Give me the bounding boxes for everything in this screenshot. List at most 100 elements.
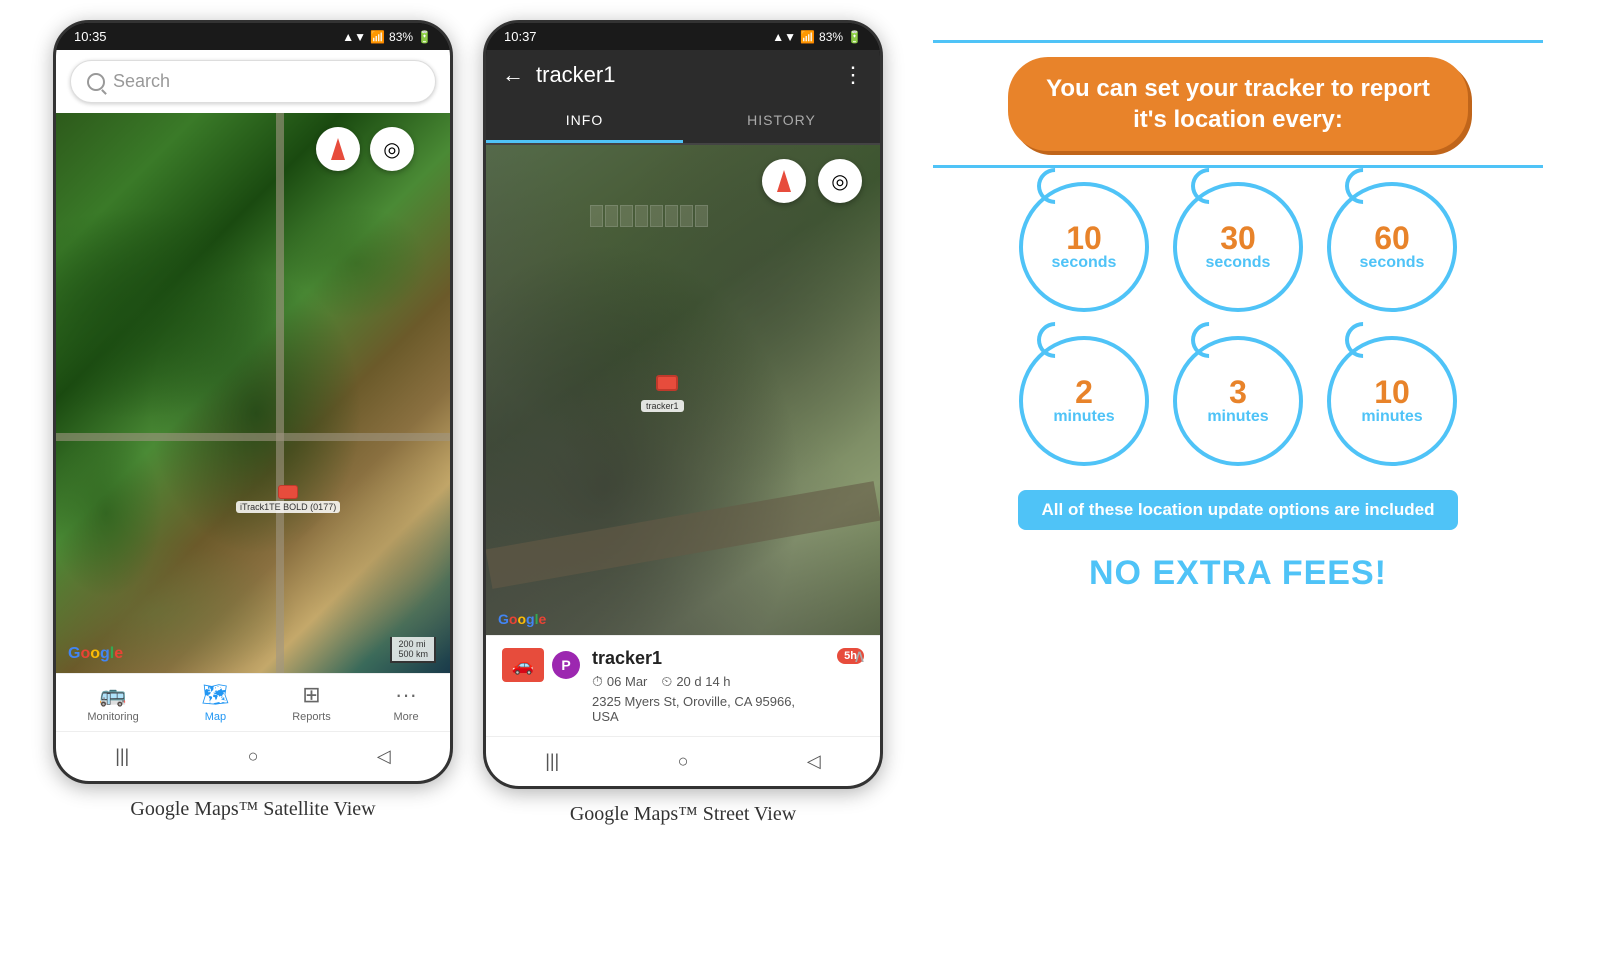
android2-home[interactable]: ○ bbox=[658, 745, 709, 778]
p2-battery-text: 83% bbox=[819, 30, 843, 44]
parking-space bbox=[650, 205, 663, 227]
satellite-map[interactable]: ◎ iTrack1TE BOLD (0177) Google 200 mi 50… bbox=[56, 113, 450, 673]
map-label: Map bbox=[205, 711, 226, 723]
chevron-up-icon[interactable]: ∧ bbox=[853, 646, 866, 667]
circle-10sec-number: 10 bbox=[1066, 222, 1102, 254]
tracker-car-pin bbox=[656, 375, 678, 391]
nav-more[interactable]: ··· More bbox=[394, 682, 419, 723]
phone2-time: 10:37 bbox=[504, 29, 537, 44]
search-box[interactable]: Search bbox=[70, 60, 436, 103]
tracker-info-text: tracker1 ⏱ 06 Mar ⏲ 20 d 14 h 2325 Myers… bbox=[592, 648, 825, 724]
android-recent[interactable]: ◁ bbox=[357, 740, 411, 773]
map-overlay bbox=[56, 113, 450, 673]
circle-60sec-number: 60 bbox=[1374, 222, 1410, 254]
circle-2min-unit: minutes bbox=[1053, 408, 1114, 426]
circle-30sec: 30 seconds bbox=[1173, 182, 1303, 312]
divider-mid bbox=[933, 165, 1543, 168]
google-logo: Google bbox=[68, 645, 123, 663]
more-icon: ··· bbox=[395, 682, 417, 708]
tracker-map-label: tracker1 bbox=[641, 400, 684, 412]
scale-text: 200 mi bbox=[398, 639, 428, 649]
badge-area: ∧ 5h bbox=[837, 648, 864, 664]
phone2-wrapper: 10:37 ▲▼ 📶 83% 🔋 ← tracker1 ⋮ INFO HISTO… bbox=[483, 20, 883, 826]
circle-10min-number: 10 bbox=[1374, 376, 1410, 408]
phone1-time: 10:35 bbox=[74, 29, 107, 44]
phone1-screen: 10:35 ▲▼ 📶 83% 🔋 Search bbox=[53, 20, 453, 784]
tracker-header-title: tracker1 bbox=[536, 62, 830, 88]
phone2-status-bar: 10:37 ▲▼ 📶 83% 🔋 bbox=[486, 23, 880, 50]
circle-10sec-unit: seconds bbox=[1052, 254, 1117, 272]
scale-bar: 200 mi 500 km bbox=[390, 637, 436, 663]
more-menu-button[interactable]: ⋮ bbox=[842, 62, 864, 88]
android-nav-2: ||| ○ ◁ bbox=[486, 736, 880, 786]
parking-space bbox=[695, 205, 708, 227]
battery-icon: 🔋 bbox=[417, 30, 432, 44]
p2-battery-icon: 🔋 bbox=[847, 30, 862, 44]
parking-space bbox=[665, 205, 678, 227]
no-extra-fees: NO EXTRA FEES! bbox=[1089, 554, 1387, 593]
more-label: More bbox=[394, 711, 419, 723]
compass-button-2[interactable] bbox=[762, 159, 806, 203]
timer-icon: ⏲ bbox=[661, 673, 672, 690]
no-fees-banner: All of these location update options are… bbox=[1018, 490, 1459, 530]
battery-text: 83% bbox=[389, 30, 413, 44]
parking-area bbox=[590, 205, 850, 385]
android-back[interactable]: ||| bbox=[95, 740, 149, 773]
circle-30sec-number: 30 bbox=[1220, 222, 1256, 254]
nav-reports[interactable]: ⊞ Reports bbox=[292, 682, 331, 723]
tab-info[interactable]: INFO bbox=[486, 100, 683, 143]
circle-10sec: 10 seconds bbox=[1019, 182, 1149, 312]
reports-icon: ⊞ bbox=[302, 682, 320, 708]
phone1-caption: Google Maps™ Satellite View bbox=[130, 798, 375, 821]
android-nav: ||| ○ ◁ bbox=[56, 731, 450, 781]
circle-60sec-unit: seconds bbox=[1360, 254, 1425, 272]
phone1-wrapper: 10:35 ▲▼ 📶 83% 🔋 Search bbox=[53, 20, 453, 821]
android2-back[interactable]: ||| bbox=[525, 745, 579, 778]
parking-space bbox=[620, 205, 633, 227]
infographic: You can set your tracker to report it's … bbox=[913, 20, 1563, 623]
bottom-nav: 🚌 Monitoring 🗺 Map ⊞ Reports ··· More bbox=[56, 673, 450, 731]
phone1-status-icons: ▲▼ 📶 83% 🔋 bbox=[342, 30, 432, 44]
duration-value: 20 d 14 h bbox=[676, 674, 730, 689]
tracker-info-panel: 🚗 P tracker1 ⏱ 06 Mar ⏲ 20 d 14 h 2325 M… bbox=[486, 635, 880, 736]
monitoring-icon: 🚌 bbox=[99, 682, 126, 708]
street-map[interactable]: tracker1 ◎ Google bbox=[486, 145, 880, 635]
circle-30sec-unit: seconds bbox=[1206, 254, 1271, 272]
nav-monitoring[interactable]: 🚌 Monitoring bbox=[87, 682, 138, 723]
circle-60sec: 60 seconds bbox=[1327, 182, 1457, 312]
circle-3min-unit: minutes bbox=[1207, 408, 1268, 426]
circle-10min-unit: minutes bbox=[1361, 408, 1422, 426]
nav-map[interactable]: 🗺 Map bbox=[202, 682, 230, 723]
tracker-label: iTrack1TE BOLD (0177) bbox=[236, 501, 340, 513]
clock-icon: ⏱ bbox=[592, 673, 603, 690]
p2-wifi-icon: 📶 bbox=[800, 30, 815, 44]
circles-row-1: 10 seconds 30 seconds 60 seconds bbox=[1019, 182, 1457, 312]
tab-history[interactable]: HISTORY bbox=[683, 100, 880, 143]
map-icon: 🗺 bbox=[202, 682, 230, 708]
tracker-icon-row: 🚗 P bbox=[502, 648, 580, 682]
phone2-status-icons: ▲▼ 📶 83% 🔋 bbox=[772, 30, 862, 44]
phone2-screen: 10:37 ▲▼ 📶 83% 🔋 ← tracker1 ⋮ INFO HISTO… bbox=[483, 20, 883, 789]
p-badge: P bbox=[552, 651, 580, 679]
location-button-2[interactable]: ◎ bbox=[818, 159, 862, 203]
android-home[interactable]: ○ bbox=[228, 740, 279, 773]
tracker-name: tracker1 bbox=[592, 648, 825, 669]
compass-button[interactable] bbox=[316, 127, 360, 171]
back-button[interactable]: ← bbox=[502, 62, 524, 88]
parking-space bbox=[605, 205, 618, 227]
search-bar[interactable]: Search bbox=[56, 50, 450, 113]
circle-10min: 10 minutes bbox=[1327, 336, 1457, 466]
road-v1 bbox=[276, 113, 284, 673]
parking-space bbox=[590, 205, 603, 227]
p2-signal-icon: ▲▼ bbox=[772, 30, 796, 44]
tracker-address: 2325 Myers St, Oroville, CA 95966, USA bbox=[592, 694, 825, 724]
location-button[interactable]: ◎ bbox=[370, 127, 414, 171]
search-placeholder: Search bbox=[113, 71, 170, 92]
meta-date: ⏱ 06 Mar bbox=[592, 673, 647, 690]
location-icon-2: ◎ bbox=[831, 169, 848, 194]
phone1-status-bar: 10:35 ▲▼ 📶 83% 🔋 bbox=[56, 23, 450, 50]
android2-recent[interactable]: ◁ bbox=[787, 745, 841, 778]
circle-3min-number: 3 bbox=[1229, 376, 1247, 408]
google-logo-2: Google bbox=[498, 611, 546, 627]
tracker-meta: ⏱ 06 Mar ⏲ 20 d 14 h bbox=[592, 673, 825, 690]
